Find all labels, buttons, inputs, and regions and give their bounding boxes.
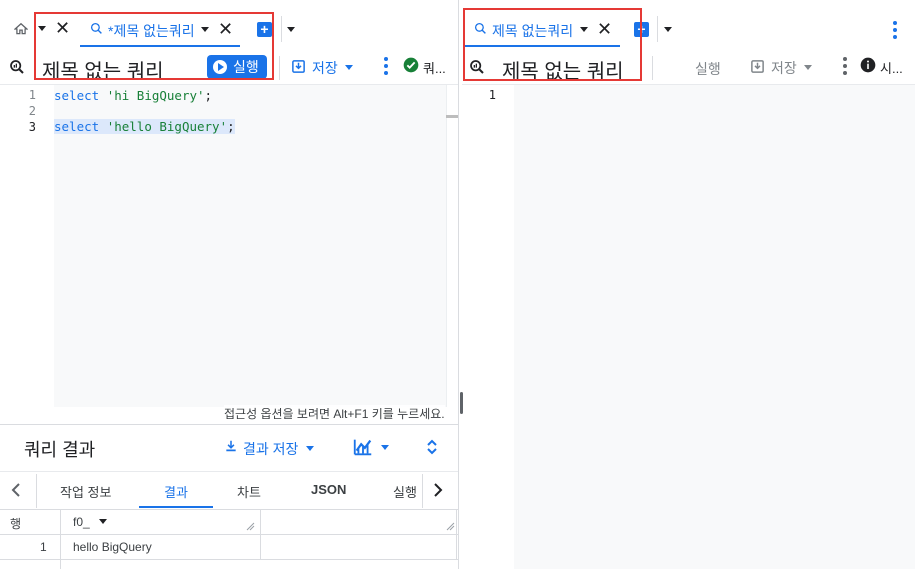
subtab-job-info[interactable]: 작업 정보 (60, 482, 111, 501)
chart-icon (352, 436, 374, 458)
column-resize-handle[interactable] (246, 522, 255, 531)
sql-editor[interactable]: 1 (462, 85, 915, 569)
toolbar-separator (652, 56, 653, 80)
sql-string: 'hi BigQuery' (106, 88, 205, 103)
results-title: 쿼리 결과 (24, 440, 96, 460)
toolbar-separator (279, 56, 280, 80)
query-status[interactable]: 쿼... (423, 58, 446, 77)
table-row[interactable]: 1 hello BigQuery (0, 535, 458, 559)
subtab-json[interactable]: JSON (311, 482, 346, 497)
subtab-execution[interactable]: 실행 (393, 482, 417, 501)
tab-separator (657, 16, 658, 42)
line-number: 1 (488, 88, 496, 102)
save-chevron-down-icon (804, 65, 812, 70)
left-query-pane: ✕ *제목 없는쿼리 ✕ + 제목 없는 쿼리 실행 저장 쿼... 1 2 3… (0, 0, 458, 569)
cell-f0[interactable]: hello BigQuery (73, 540, 152, 554)
more-vert-icon[interactable] (893, 21, 897, 39)
column-resize-handle[interactable] (446, 522, 455, 531)
save-label: 저장 (771, 60, 797, 76)
query-explorer-icon[interactable] (8, 58, 26, 76)
editor-gutter-background (514, 85, 915, 569)
column-header-empty (260, 509, 456, 535)
save-chevron-down-icon (345, 65, 353, 70)
run-label: 실행 (695, 61, 721, 77)
editor-scrollbar[interactable] (446, 85, 458, 407)
row-bottom-border (0, 559, 458, 560)
info-icon[interactable] (860, 57, 876, 73)
save-button[interactable]: 저장 (291, 57, 357, 77)
right-query-pane: 제목 없는쿼리 ✕ + 제목 없는 쿼리 실행 저장 시... 1 (462, 0, 915, 569)
results-divider (0, 424, 458, 425)
highlight-box (34, 12, 274, 80)
subtab-chart[interactable]: 차트 (237, 482, 261, 501)
subtabs-top-border (0, 471, 458, 472)
expand-icon[interactable] (425, 438, 439, 456)
tab-separator (281, 16, 282, 42)
run-button[interactable]: 실행 (674, 58, 736, 78)
save-icon (291, 59, 306, 74)
line-number: 1 (28, 88, 36, 102)
scrollbar-marker (446, 115, 458, 118)
accessibility-hint: 접근성 옵션을 보려면 Alt+F1 키를 누르세요. (224, 405, 445, 422)
highlight-box (463, 8, 642, 81)
subtabs-right-separator (422, 474, 423, 508)
check-circle-icon (403, 57, 419, 73)
tab-list-chevron-down-icon[interactable] (664, 27, 672, 32)
more-vert-icon[interactable] (843, 57, 847, 75)
home-icon[interactable] (12, 20, 30, 38)
subtabs-left-separator (36, 474, 37, 508)
chart-chevron-down-icon (381, 445, 389, 450)
sql-string: 'hello BigQuery' (106, 119, 228, 134)
save-results-chevron-down-icon (306, 446, 314, 451)
chevron-right-icon[interactable] (432, 482, 444, 498)
tab-list-chevron-down-icon[interactable] (287, 27, 295, 32)
chart-menu-button[interactable] (352, 436, 392, 458)
more-vert-icon[interactable] (384, 57, 388, 75)
column-header-label: f0_ (73, 515, 90, 529)
active-subtab-indicator (139, 506, 213, 508)
line-number: 3 (28, 120, 36, 134)
results-table: 행 f0_ 1 hello BigQuery (0, 509, 458, 569)
subtab-results[interactable]: 결과 (164, 482, 188, 501)
sql-terminator: ; (204, 88, 213, 103)
save-button[interactable]: 저장 (750, 57, 816, 77)
sql-keyword: select (54, 119, 100, 134)
sql-editor[interactable]: 1 2 3 select 'hi BigQuery'; select 'hell… (0, 85, 458, 425)
download-icon (224, 439, 238, 453)
code-line-1: select 'hi BigQuery'; (54, 88, 212, 103)
chevron-left-icon[interactable] (10, 482, 22, 498)
column-menu-chevron-down-icon[interactable] (99, 519, 107, 524)
code-line-3: select 'hello BigQuery'; (54, 119, 235, 134)
sql-terminator: ; (227, 119, 235, 134)
save-icon (750, 59, 765, 74)
save-results-button[interactable]: 결과 저장 (224, 438, 316, 458)
save-label: 저장 (312, 60, 338, 76)
save-results-label: 결과 저장 (243, 441, 299, 457)
sql-keyword: select (54, 88, 100, 103)
row-number: 1 (40, 540, 47, 554)
line-number: 2 (28, 104, 36, 118)
column-header-row: 행 (10, 517, 22, 531)
column-header-f0[interactable]: f0_ (60, 509, 260, 535)
query-info[interactable]: 시... (880, 58, 903, 77)
